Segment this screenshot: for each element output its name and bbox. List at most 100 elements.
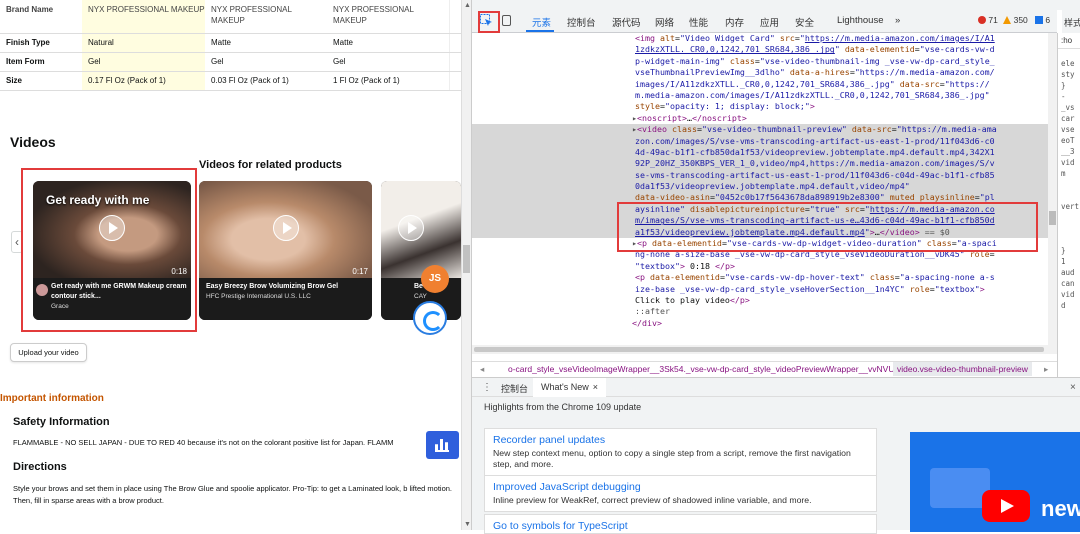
table-cell bbox=[448, 71, 461, 91]
dom-tree-line[interactable]: zon.com/images/S/vse-vms-transcoding-art… bbox=[472, 135, 1048, 147]
breadcrumb-item[interactable]: o-card_style_vseVideoImageWrapper__3Sk54… bbox=[508, 364, 894, 374]
dom-tree-scrollbar[interactable] bbox=[1048, 33, 1057, 345]
error-warning-counter[interactable]: 71 350 bbox=[978, 15, 1028, 25]
whats-new-item[interactable]: Go to symbols for TypeScript bbox=[484, 514, 877, 534]
styles-rule-fragment: } bbox=[1061, 246, 1066, 255]
dom-tree-line[interactable]: 0da1f53/videopreview.jobtemplate.mp4.def… bbox=[472, 181, 1048, 193]
video-card-info: Easy Breezy Brow Volumizing Brow Gel HFC… bbox=[199, 278, 372, 320]
dom-tree-line[interactable]: images/I/A11zdkzXTLL._CR0,0,1242,701_SR6… bbox=[472, 79, 1048, 90]
close-icon[interactable]: × bbox=[593, 382, 598, 392]
dom-tree-line[interactable]: style="opacity: 1; display: block;"> bbox=[472, 101, 1048, 112]
styles-rule-fragment: vid bbox=[1061, 158, 1075, 167]
video-artwork bbox=[930, 468, 990, 508]
table-cell bbox=[448, 33, 461, 53]
dom-tree-line[interactable]: ::after bbox=[472, 306, 1048, 317]
directions-heading: Directions bbox=[13, 461, 67, 473]
tab-performance[interactable]: 性能 bbox=[689, 15, 708, 29]
whats-new-item-title[interactable]: Go to symbols for TypeScript bbox=[493, 520, 868, 532]
tab-sources[interactable]: 源代码 bbox=[612, 15, 641, 29]
styles-rule-fragment: d bbox=[1061, 301, 1066, 310]
scroll-down-icon[interactable]: ▼ bbox=[464, 521, 471, 528]
dom-tree-line[interactable]: <p data-elementid="vse-cards-vw-dp-hover… bbox=[472, 272, 1048, 283]
styles-filter[interactable]: :ho bbox=[1058, 33, 1080, 49]
page-scrollbar[interactable]: ▲ ▼ bbox=[461, 0, 471, 530]
section-title-related-videos: Videos for related products bbox=[199, 159, 342, 171]
table-cell: Gel bbox=[327, 52, 449, 72]
dom-tree-line[interactable]: ▸<noscript>…</noscript> bbox=[472, 113, 1048, 124]
dom-tree-line[interactable]: ize-base _vse-vw-dp-card_style_vseHoverS… bbox=[472, 284, 1048, 295]
upload-video-button[interactable]: Upload your video bbox=[10, 343, 87, 362]
elements-dom-tree[interactable]: <img alt="Video Widget Card" src="https:… bbox=[472, 33, 1048, 345]
breadcrumb-item-active[interactable]: video.vse-video-thumbnail-preview bbox=[893, 362, 1032, 376]
table-label: Item Form bbox=[0, 52, 82, 72]
whats-new-item[interactable]: Improved JavaScript debugging Inline pre… bbox=[484, 475, 877, 512]
styles-pane[interactable]: ele sty} - _vs car vse eoT __3 vid m vert} 1 aud can v… bbox=[1057, 33, 1080, 377]
dom-tree-line[interactable]: Click to play video</p> bbox=[472, 295, 1048, 306]
table-cell: NYX PROFESSIONAL MAKEUP bbox=[327, 0, 449, 34]
more-options-icon[interactable]: ⋮ bbox=[482, 382, 492, 393]
device-toolbar-icon[interactable] bbox=[502, 15, 511, 26]
tab-styles[interactable]: 样式 bbox=[1062, 10, 1080, 33]
dom-tree-line[interactable]: 4d-49ac-b1f1-cfb850da1f53/videopreview.j… bbox=[472, 146, 1048, 159]
dom-tree-line[interactable]: </div> bbox=[472, 318, 1048, 329]
chart-widget-icon[interactable] bbox=[426, 431, 459, 459]
tab-network[interactable]: 网络 bbox=[655, 15, 674, 29]
table-cell: NYX PROFESSIONAL MAKEUP bbox=[205, 0, 327, 34]
drawer-tab-whats-new[interactable]: What's New × bbox=[533, 378, 606, 397]
video-title[interactable]: Easy Breezy Brow Volumizing Brow Gel bbox=[206, 282, 368, 292]
dom-tree-horizontal-scrollbar[interactable] bbox=[472, 345, 1057, 354]
video-duration: 0:17 bbox=[352, 267, 368, 276]
table-cell: 0.03 Fl Oz (Pack of 1) bbox=[205, 71, 327, 91]
whats-new-item-title[interactable]: Recorder panel updates bbox=[493, 434, 868, 446]
close-drawer-icon[interactable]: × bbox=[1070, 382, 1076, 393]
dom-tree-line[interactable]: ▸<video class="vse-video-thumbnail-previ… bbox=[472, 124, 1048, 136]
scrollbar-thumb[interactable] bbox=[463, 245, 470, 273]
dom-tree-line[interactable]: se-vms-transcoding-artifact-us-east-1-pr… bbox=[472, 169, 1048, 182]
styles-rule-fragment: vse bbox=[1061, 125, 1075, 134]
chevron-left-icon[interactable]: ◂ bbox=[480, 364, 484, 375]
video-author: HFC Prestige International U.S. LLC bbox=[206, 293, 311, 300]
breadcrumb: ◂ o-card_style_vseVideoImageWrapper__3Sk… bbox=[472, 361, 1057, 376]
video-card[interactable]: 0:17 Easy Breezy Brow Volumizing Brow Ge… bbox=[199, 181, 372, 320]
tab-application[interactable]: 应用 bbox=[760, 15, 779, 29]
tab-security[interactable]: 安全 bbox=[795, 15, 814, 29]
drawer-tab-console[interactable]: 控制台 bbox=[501, 382, 528, 395]
dom-tree-line[interactable]: 92P_20HZ_350KBPS_VER_1_0,video/mp4,https… bbox=[472, 158, 1048, 170]
scrollbar-thumb[interactable] bbox=[1049, 211, 1056, 225]
whats-new-item-title[interactable]: Improved JavaScript debugging bbox=[493, 481, 868, 493]
tab-elements[interactable]: 元素 bbox=[532, 15, 551, 29]
dom-tree-line[interactable]: "textbox"> 0:18 </p> bbox=[472, 261, 1048, 272]
tab-lighthouse[interactable]: Lighthouse bbox=[837, 15, 883, 26]
issues-counter[interactable]: 6 bbox=[1035, 15, 1050, 25]
table-label: Finish Type bbox=[0, 33, 82, 53]
styles-rule-fragment: m bbox=[1061, 169, 1066, 178]
video-card[interactable]: Be CAY bbox=[381, 181, 461, 320]
table-row: Item Form Gel Gel Gel bbox=[0, 52, 461, 72]
tab-console[interactable]: 控制台 bbox=[567, 15, 596, 29]
dom-tree-line[interactable]: <img alt="Video Widget Card" src="https:… bbox=[472, 33, 1048, 44]
tab-active-indicator bbox=[526, 30, 554, 32]
table-cell: 0.17 Fl Oz (Pack of 1) bbox=[82, 71, 205, 91]
chevron-right-icon[interactable]: ▸ bbox=[1044, 364, 1048, 375]
youtube-play-icon[interactable] bbox=[982, 490, 1030, 522]
play-icon[interactable] bbox=[398, 215, 424, 241]
table-cell: Gel bbox=[82, 52, 205, 72]
extension-js-icon[interactable]: JS bbox=[421, 265, 449, 293]
issues-icon bbox=[1035, 16, 1043, 24]
warning-icon bbox=[1003, 16, 1012, 24]
dom-tree-line[interactable]: m.media-amazon.com/images/I/A11zdkzXTLL.… bbox=[472, 90, 1048, 101]
scrollbar-thumb[interactable] bbox=[474, 347, 1044, 352]
dom-tree-line[interactable]: 1zdkzXTLL._CR0,0,1242,701_SR684,386_.jpg… bbox=[472, 44, 1048, 55]
tab-memory[interactable]: 内存 bbox=[725, 15, 744, 29]
more-tabs-button[interactable]: » bbox=[895, 15, 900, 26]
directions-text: Style your brows and set them in place u… bbox=[13, 484, 452, 505]
styles-rule-fragment: __3 bbox=[1061, 147, 1075, 156]
whats-new-item[interactable]: Recorder panel updates New step context … bbox=[484, 428, 877, 476]
whats-new-video-thumbnail[interactable]: new bbox=[910, 432, 1080, 532]
scroll-up-icon[interactable]: ▲ bbox=[464, 2, 471, 9]
dom-tree-line[interactable]: p-widget-main-img" class="vse-video-thum… bbox=[472, 56, 1048, 67]
extension-assistant-icon[interactable] bbox=[413, 301, 447, 335]
highlight-box bbox=[478, 11, 500, 33]
dom-tree-line[interactable]: vseThumbnailPreviewImg__3dlho" data-a-hi… bbox=[472, 67, 1048, 78]
play-icon[interactable] bbox=[272, 215, 299, 241]
